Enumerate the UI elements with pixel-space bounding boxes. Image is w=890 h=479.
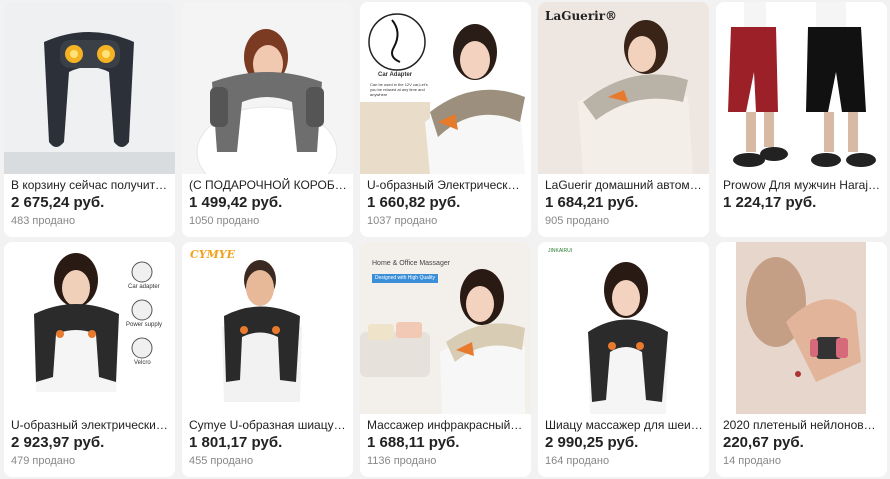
product-card[interactable]: JINKAIRUI Шиацу массажер для шеи и плеч … <box>538 242 709 477</box>
product-price: 220,67 руб. <box>723 434 804 451</box>
product-price: 2 923,97 руб. <box>11 434 105 451</box>
product-sold-count: 455 продано <box>189 455 254 467</box>
product-image[interactable]: Home & Office Massager Designed with Hig… <box>360 242 531 414</box>
product-card[interactable]: Prowow Для мужчин Harajuku 1 224,17 руб. <box>716 2 887 237</box>
product-title[interactable]: Prowow Для мужчин Harajuku <box>723 178 881 193</box>
product-card[interactable]: Car Adapter Can be used in the 12V car,L… <box>360 2 531 237</box>
product-title[interactable]: Cymye U-образная шиацу массажер <box>189 418 347 433</box>
product-title[interactable]: U-образный электрический массажер <box>11 418 169 433</box>
product-price: 1 801,17 руб. <box>189 434 283 451</box>
product-title[interactable]: (С ПОДАРОЧНОЙ КОРОБКОЙ) массажер <box>189 178 347 193</box>
product-price: 1 499,42 руб. <box>189 194 283 211</box>
product-image[interactable]: LaGuerir® <box>538 2 709 174</box>
product-title[interactable]: Массажер инфракрасный для шеи <box>367 418 525 433</box>
product-title[interactable]: Шиацу массажер для шеи и плеч <box>545 418 703 433</box>
power-supply-caption: Power supply <box>126 322 163 328</box>
product-sold-count: 483 продано <box>11 215 76 227</box>
product-card[interactable]: 2020 плетеный нейлоновый ремешок 220,67 … <box>716 242 887 477</box>
product-sold-count: 905 продано <box>545 215 610 227</box>
product-price: 1 688,11 руб. <box>367 434 460 451</box>
image-headline: Home & Office Massager <box>372 260 451 267</box>
product-image[interactable] <box>4 2 175 174</box>
product-image[interactable]: CYMYE <box>182 242 353 414</box>
product-sold-count: 14 продано <box>723 455 781 467</box>
product-sold-count: 1037 продано <box>367 215 438 227</box>
product-card[interactable]: В корзину сейчас получите скидку 2 675,2… <box>4 2 175 237</box>
product-price: 1 224,17 руб. <box>723 194 817 211</box>
product-sold-count: 479 продано <box>11 455 76 467</box>
product-sold-count: 1136 продано <box>367 455 437 467</box>
car-adapter-caption: Car Adapter <box>378 72 413 78</box>
cymye-logo: CYMYE <box>190 248 236 261</box>
jinkairui-logo: JINKAIRUI <box>548 248 573 254</box>
product-title[interactable]: LaGuerir домашний автомобильный массажер <box>545 178 703 193</box>
car-adapter-note: Can be used in the 12V car,Let's you be … <box>370 82 428 97</box>
product-card[interactable]: LaGuerir® LaGuerir домашний автомобильны… <box>538 2 709 237</box>
car-adapter-caption: Car adapter <box>128 284 160 290</box>
product-card[interactable]: Home & Office Massager Designed with Hig… <box>360 242 531 477</box>
image-subline: Designed with High Quality <box>372 274 439 283</box>
product-title[interactable]: В корзину сейчас получите скидку <box>11 178 169 193</box>
product-image[interactable]: Car adapter Power supply Velcro <box>4 242 175 414</box>
laguerir-logo: LaGuerir® <box>545 9 618 23</box>
product-sold-count: 164 продано <box>545 455 610 467</box>
product-grid: В корзину сейчас получите скидку 2 675,2… <box>4 2 887 477</box>
product-image[interactable] <box>716 242 887 414</box>
product-title[interactable]: U-образный Электрический массажер <box>367 178 525 193</box>
product-image[interactable] <box>182 2 353 174</box>
product-price: 1 684,21 руб. <box>545 194 639 211</box>
product-card[interactable]: (С ПОДАРОЧНОЙ КОРОБКОЙ) массажер 1 499,4… <box>182 2 353 237</box>
product-image[interactable]: Car Adapter Can be used in the 12V car,L… <box>360 2 531 174</box>
product-price: 1 660,82 руб. <box>367 194 461 211</box>
velcro-caption: Velcro <box>134 360 151 366</box>
product-card[interactable]: CYMYE Cymye U-образная шиацу массажер 1 … <box>182 242 353 477</box>
product-title[interactable]: 2020 плетеный нейлоновый ремешок <box>723 418 881 433</box>
product-image[interactable] <box>716 2 887 174</box>
product-sold-count: 1050 продано <box>189 215 260 227</box>
product-image[interactable]: JINKAIRUI <box>538 242 709 414</box>
product-card[interactable]: Car adapter Power supply Velcro U-образн… <box>4 242 175 477</box>
product-price: 2 675,24 руб. <box>11 194 105 211</box>
product-price: 2 990,25 руб. <box>545 434 639 451</box>
